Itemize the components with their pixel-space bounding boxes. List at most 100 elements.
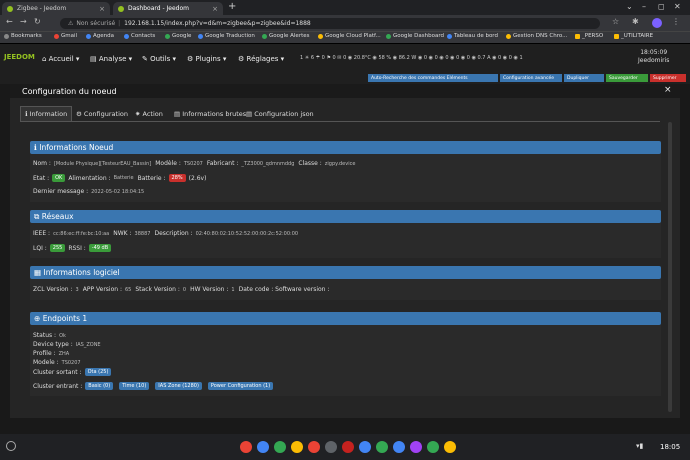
taskbar-app-icon[interactable]	[308, 441, 320, 453]
tab-title: Dashboard - Jeedom	[128, 5, 190, 12]
menu-icon[interactable]: ⋮	[672, 17, 680, 26]
bookmark-item[interactable]: Tableau de bord	[447, 33, 498, 39]
endpoint-device-type: Device type : IAS_ZONE	[33, 341, 101, 348]
modal-scrollbar[interactable]	[668, 122, 672, 412]
node-manufacturer: _TZ3000_qdmnmddg	[241, 160, 295, 167]
tab-configuration-json[interactable]: ▤ Configuration json	[242, 106, 318, 121]
info-noeud-line3: Dernier message :2022-05-02 18:04:15	[33, 188, 145, 195]
taskbar-app-icon[interactable]	[325, 441, 337, 453]
list-icon: ▤	[174, 109, 181, 118]
maximize-icon[interactable]: ◻	[658, 2, 665, 11]
bookmark-folder[interactable]: _UTILITAIRE	[614, 33, 653, 39]
reload-icon[interactable]: ↻	[34, 17, 41, 26]
menu-accueil[interactable]: ⌂ Accueil ▾	[42, 55, 79, 63]
close-tab-icon[interactable]: ×	[99, 5, 105, 13]
launcher-icon[interactable]	[6, 441, 16, 451]
endpoints-header: ⊕ Endpoints 1	[30, 312, 661, 325]
reseaux-line2: LQI :255 RSSI : -49 dB	[33, 244, 114, 252]
cluster-badge: Time (10)	[119, 382, 150, 390]
google-icon	[262, 33, 267, 39]
new-tab-button[interactable]: +	[228, 1, 236, 12]
save-button[interactable]: Sauvegarder	[606, 74, 648, 82]
bookmark-item[interactable]: Google	[165, 33, 191, 39]
cluster-badge: Basic (0)	[85, 382, 114, 390]
bookmark-item[interactable]: Google Dashboard	[386, 33, 444, 39]
extensions-icon[interactable]: ✱	[632, 17, 639, 26]
user-name[interactable]: Jeedomiris	[638, 57, 669, 65]
close-tab-icon[interactable]: ×	[212, 5, 218, 13]
tab-information[interactable]: ℹ Information	[20, 106, 73, 121]
tab-informations-brutes[interactable]: ▤ Informations brutes	[170, 106, 250, 121]
bookmark-item[interactable]: Gmail	[54, 33, 77, 39]
menu-plugins[interactable]: ⚙ Plugins ▾	[187, 55, 226, 63]
node-class: zigpy.device	[324, 160, 356, 167]
bookmark-item[interactable]: Google Cloud Platf...	[318, 33, 381, 39]
info-icon: ℹ	[25, 110, 28, 118]
tab-action[interactable]: ✷ Action	[131, 106, 167, 121]
cluster-badge: Ota (25)	[84, 368, 112, 376]
modal-close-button[interactable]: ×	[664, 85, 672, 95]
translate-icon	[198, 33, 203, 39]
advanced-config-button[interactable]: Configuration avancée	[500, 74, 562, 82]
clock-time: 18:05:09	[640, 49, 668, 56]
menu-reglages[interactable]: ⚙ Réglages ▾	[238, 55, 284, 63]
forward-icon[interactable]: →	[20, 17, 27, 26]
network-icon: ⧉	[34, 211, 40, 221]
url-text: 192.168.1.15/index.php?v=d&m=zigbee&p=zi…	[124, 20, 311, 27]
duplicate-button[interactable]: Dupliquer	[564, 74, 604, 82]
network-description: 02:40:80:02:10:52:52:00:00:2c:52:00:00	[195, 230, 299, 237]
rssi-badge: -49 dB	[88, 244, 112, 252]
taskbar-app-icon[interactable]	[257, 441, 269, 453]
auto-search-button[interactable]: Auto-Recherche des commandes Eléments	[368, 74, 498, 82]
tab-configuration[interactable]: ⚙ Configuration	[72, 106, 132, 121]
close-window-icon[interactable]: ✕	[674, 2, 681, 11]
taskbar-app-icon[interactable]	[342, 441, 354, 453]
url-input[interactable]: ⚠ Non sécurisé | 192.168.1.15/index.php?…	[60, 18, 600, 29]
taskbar-clock[interactable]: 18:05	[660, 443, 680, 451]
apps-icon	[4, 33, 9, 39]
bookmark-item[interactable]: Bookmarks	[4, 33, 42, 39]
folder-icon	[614, 33, 619, 39]
taskbar-app-icon[interactable]	[427, 441, 439, 453]
profile-avatar[interactable]	[652, 18, 662, 28]
cluster-sortant: Cluster sortant : Ota (25)	[33, 368, 114, 376]
status-widgets: 1 ☀ 6 ☂ 0 ⚑ 0 ✉ 0 ◉ 20.8°C ◉ 58 % ◉ 86.2…	[300, 55, 523, 61]
jeedom-favicon-icon	[118, 5, 124, 12]
bookmark-item[interactable]: Google Traduction	[198, 33, 255, 39]
taskbar-app-icon[interactable]	[274, 441, 286, 453]
warning-icon: ⚠	[68, 20, 74, 27]
taskbar-app-icon[interactable]	[410, 441, 422, 453]
taskbar-app-icon[interactable]	[291, 441, 303, 453]
grid-icon: ▦	[34, 268, 42, 277]
taskbar-app-icon[interactable]	[393, 441, 405, 453]
menu-analyse[interactable]: ▤ Analyse ▾	[90, 55, 132, 63]
browser-tab-zigbee[interactable]: Zigbee - Jeedom ×	[2, 2, 110, 15]
bookmark-item[interactable]: Agenda	[86, 33, 114, 39]
cluster-badge: IAS Zone (1280)	[155, 382, 202, 390]
gear-icon: ⚙	[76, 109, 82, 118]
google-icon	[165, 33, 170, 39]
menu-outils[interactable]: ✎ Outils ▾	[142, 55, 176, 63]
jeedom-favicon-icon	[7, 5, 13, 12]
taskbar-app-icon[interactable]	[359, 441, 371, 453]
bookmark-folder[interactable]: _PERSO	[575, 33, 603, 39]
delete-button[interactable]: Supprimer	[650, 74, 686, 82]
tab-search-icon[interactable]: ⌄	[626, 2, 633, 11]
folder-icon	[575, 33, 580, 39]
taskbar-app-icon[interactable]	[444, 441, 456, 453]
status-badge: OK	[52, 174, 66, 182]
browser-tab-dashboard[interactable]: Dashboard - Jeedom ×	[113, 2, 223, 15]
star-icon[interactable]: ☆	[612, 17, 619, 26]
cogs-icon: ✷	[135, 109, 141, 118]
bookmark-item[interactable]: Contacts	[124, 33, 155, 39]
wifi-battery-icon[interactable]: ▾▮	[636, 442, 643, 450]
node-model: TS0207	[183, 160, 203, 167]
back-icon[interactable]: ←	[6, 17, 13, 26]
minimize-icon[interactable]: –	[642, 2, 646, 11]
info-noeud-line1: Nom : [Module Physique][TesteurEAU_Bassin…	[33, 160, 356, 167]
taskbar-app-icon[interactable]	[376, 441, 388, 453]
jeedom-logo[interactable]: JEEDOM	[4, 53, 35, 61]
taskbar-app-icon[interactable]	[240, 441, 252, 453]
bookmark-item[interactable]: Gestion DNS Chro...	[506, 33, 567, 39]
bookmark-item[interactable]: Google Alertes	[262, 33, 310, 39]
